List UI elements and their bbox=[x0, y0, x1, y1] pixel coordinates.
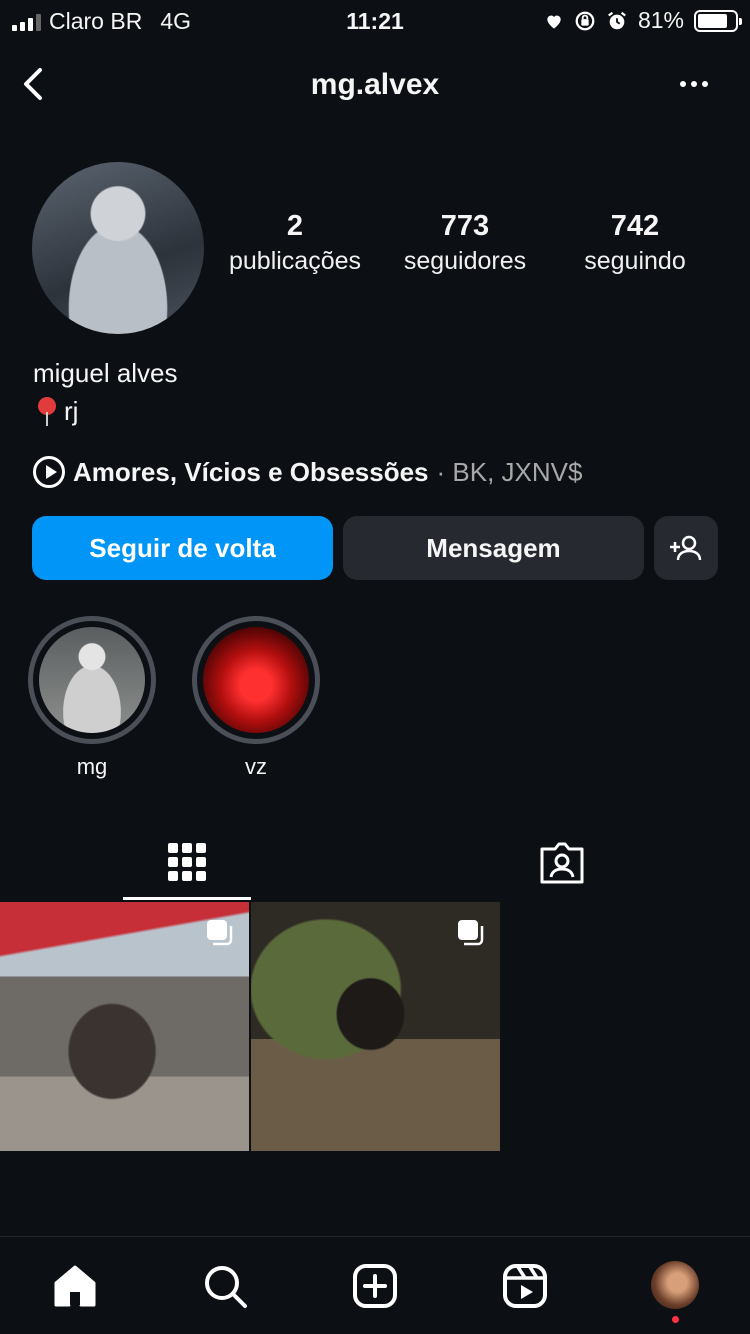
profile-full-name: miguel alves bbox=[33, 358, 178, 388]
grid-icon bbox=[168, 842, 206, 881]
tab-grid[interactable] bbox=[123, 826, 251, 900]
carousel-icon bbox=[207, 920, 233, 946]
stat-followers[interactable]: 773 seguidores bbox=[380, 208, 550, 278]
follow-back-button[interactable]: Seguir de volta bbox=[32, 516, 333, 580]
stat-value: 742 bbox=[610, 210, 660, 242]
highlight-cover bbox=[203, 627, 309, 733]
music-artist: · BK, JXNV$ bbox=[436, 456, 583, 487]
nav-profile-avatar[interactable] bbox=[651, 1261, 699, 1309]
stat-label: seguindo bbox=[584, 247, 686, 275]
reels-icon bbox=[503, 1264, 547, 1308]
stat-value: 2 bbox=[286, 210, 304, 242]
highlight-label: mg bbox=[76, 754, 108, 779]
search-icon bbox=[205, 1266, 247, 1308]
nav-search[interactable] bbox=[200, 1261, 250, 1311]
orientation-lock-icon bbox=[575, 11, 595, 30]
pin-icon bbox=[36, 396, 58, 427]
more-dots-icon bbox=[680, 81, 686, 87]
post-thumbnail[interactable] bbox=[0, 902, 249, 1151]
alarm-icon bbox=[608, 11, 626, 29]
nav-home[interactable] bbox=[50, 1261, 100, 1311]
status-bar: Claro BR 4G 11:21 81% bbox=[0, 0, 750, 44]
tab-tagged[interactable] bbox=[498, 826, 626, 900]
bottom-nav bbox=[0, 1236, 750, 1334]
stat-following[interactable]: 742 seguindo bbox=[550, 208, 720, 278]
nav-create[interactable] bbox=[350, 1261, 400, 1311]
profile-location: rj bbox=[36, 396, 78, 427]
highlight-cover bbox=[39, 627, 145, 733]
home-icon bbox=[54, 1265, 96, 1307]
music-song: Amores, Vícios e Obsessões bbox=[73, 456, 429, 487]
stat-value: 773 bbox=[440, 210, 490, 242]
tagged-icon bbox=[540, 842, 584, 884]
location-text: rj bbox=[64, 396, 79, 426]
highlight-mg[interactable]: mg bbox=[28, 616, 156, 780]
highlight-label: vz bbox=[245, 754, 267, 779]
heart-icon bbox=[547, 15, 561, 28]
profile-stats: 2 publicações 773 seguidores 742 seguind… bbox=[210, 208, 720, 278]
carousel-icon bbox=[458, 920, 484, 946]
play-circle-icon bbox=[33, 456, 65, 488]
message-button[interactable]: Mensagem bbox=[343, 516, 644, 580]
notification-dot bbox=[672, 1316, 679, 1323]
stat-label: seguidores bbox=[403, 247, 527, 275]
stat-posts[interactable]: 2 publicações bbox=[210, 208, 380, 278]
suggest-people-button[interactable] bbox=[654, 516, 718, 580]
profile-avatar[interactable] bbox=[32, 162, 204, 334]
stat-label: publicações bbox=[228, 247, 362, 275]
add-person-icon bbox=[670, 535, 702, 561]
profile-header: mg.alvex bbox=[0, 54, 750, 114]
header-username: mg.alvex bbox=[310, 68, 440, 101]
highlight-vz[interactable]: vz bbox=[192, 616, 320, 780]
post-thumbnail[interactable] bbox=[251, 902, 500, 1151]
profile-tabs bbox=[0, 826, 750, 900]
battery-percent: 81% bbox=[637, 7, 684, 33]
nav-reels[interactable] bbox=[500, 1261, 550, 1311]
more-options-button[interactable] bbox=[674, 66, 714, 102]
create-icon bbox=[353, 1264, 397, 1308]
profile-music[interactable]: Amores, Vícios e Obsessões · BK, JXNV$ bbox=[33, 456, 582, 488]
battery-icon bbox=[694, 9, 742, 32]
